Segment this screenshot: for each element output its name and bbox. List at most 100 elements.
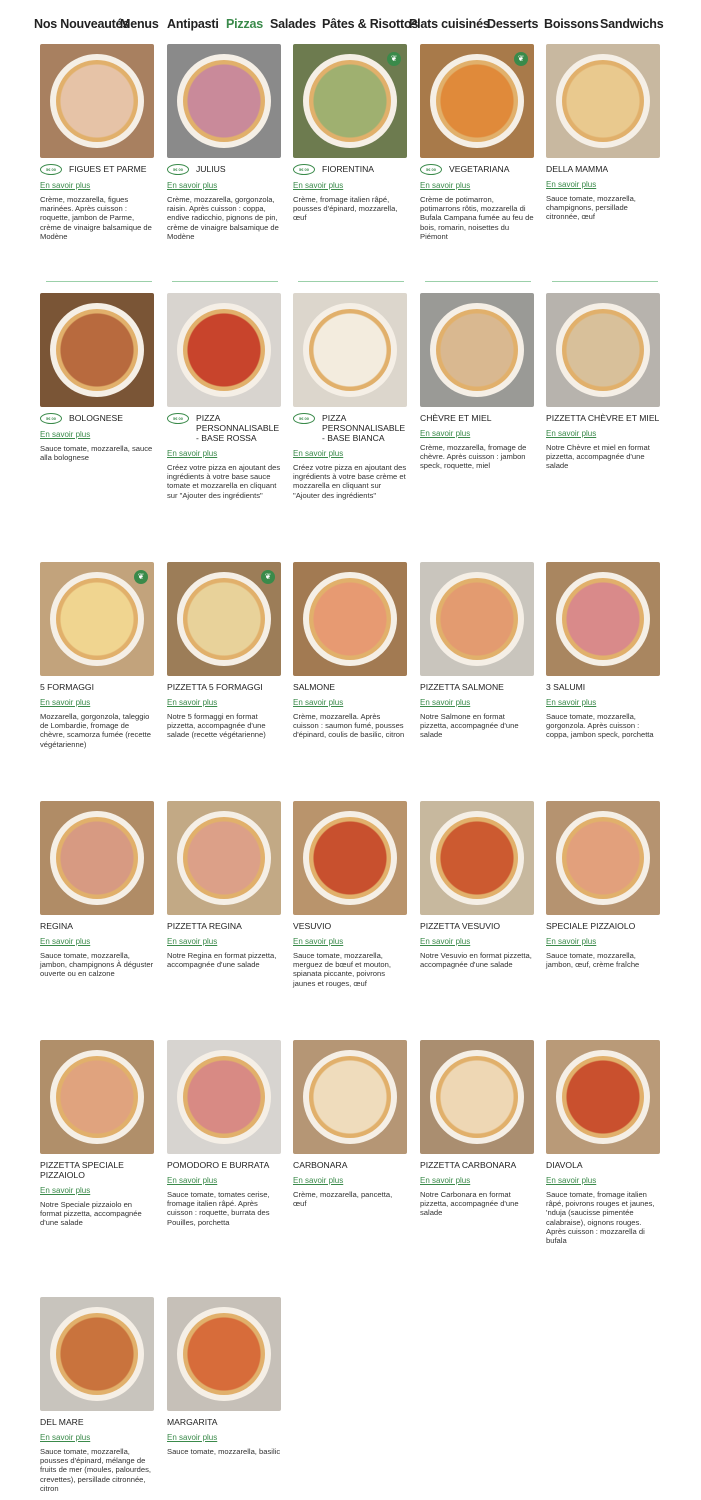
nav-item-nos-nouveaut-s[interactable]: Nos Nouveautés (34, 17, 129, 31)
nav-item-boissons[interactable]: Boissons (544, 17, 599, 31)
product-card[interactable]: POMODORO E BURRATA En savoir plus Sauce to… (167, 1040, 283, 1227)
product-image[interactable] (293, 801, 407, 915)
product-image[interactable] (167, 1297, 281, 1411)
learn-more-link[interactable]: En savoir plus (167, 181, 283, 190)
product-card[interactable]: 5€ 00 BOLOGNESE En savoir plus Sauce tomate… (40, 293, 156, 462)
product-title-row: 5 FORMAGGI (40, 682, 156, 692)
product-image[interactable] (293, 1040, 407, 1154)
nav-item-plats-cuisin-s[interactable]: Plats cuisinés (409, 17, 490, 31)
product-image[interactable] (420, 1040, 534, 1154)
learn-more-link[interactable]: En savoir plus (546, 180, 662, 189)
learn-more-link[interactable]: En savoir plus (40, 937, 156, 946)
product-card[interactable]: SPECIALE PIZZAIOLO En savoir plus Sauce to… (546, 801, 662, 969)
nav-item-menus[interactable]: Menus (120, 17, 159, 31)
product-image[interactable] (167, 801, 281, 915)
product-card[interactable]: ❦ 5€ 00 FIORENTINA En savoir plus Crème, fro… (293, 44, 409, 223)
product-image[interactable]: ❦ (167, 562, 281, 676)
product-image[interactable] (167, 44, 281, 158)
product-card[interactable]: MARGARITA En savoir plus Sauce tomate, moz… (167, 1297, 283, 1456)
learn-more-link[interactable]: En savoir plus (167, 698, 283, 707)
product-card[interactable]: PIZZETTA SALMONE En savoir plus Notre Salm… (420, 562, 536, 740)
learn-more-link[interactable]: En savoir plus (420, 181, 536, 190)
learn-more-link[interactable]: En savoir plus (546, 429, 662, 438)
learn-more-link[interactable]: En savoir plus (546, 1176, 662, 1185)
learn-more-link[interactable]: En savoir plus (420, 429, 536, 438)
learn-more-link[interactable]: En savoir plus (40, 1433, 156, 1442)
product-card[interactable]: PIZZETTA SPECIALE PIZZAIOLO En savoir plu… (40, 1040, 156, 1228)
learn-more-link[interactable]: En savoir plus (167, 449, 283, 458)
learn-more-link[interactable]: En savoir plus (167, 937, 283, 946)
product-card[interactable]: 3 SALUMI En savoir plus Sauce tomate, mozz… (546, 562, 662, 740)
product-title: PIZZA PERSONNALISABLE - BASE ROSSA (196, 413, 280, 443)
nav-item-sandwichs[interactable]: Sandwichs (600, 17, 664, 31)
learn-more-link[interactable]: En savoir plus (546, 937, 662, 946)
product-card[interactable]: ❦ 5€ 00 VEGETARIANA En savoir plus Crème de … (420, 44, 536, 241)
product-title: SALMONE (293, 682, 336, 692)
learn-more-link[interactable]: En savoir plus (546, 698, 662, 707)
product-card[interactable]: CARBONARA En savoir plus Crème, mozzarella… (293, 1040, 409, 1208)
product-image[interactable] (546, 801, 660, 915)
learn-more-link[interactable]: En savoir plus (293, 181, 409, 190)
product-image[interactable] (40, 44, 154, 158)
product-card[interactable]: SALMONE En savoir plus Crème, mozzarella. … (293, 562, 409, 740)
learn-more-link[interactable]: En savoir plus (167, 1433, 283, 1442)
learn-more-link[interactable]: En savoir plus (40, 1186, 156, 1195)
nav-item-salades[interactable]: Salades (270, 17, 316, 31)
product-card[interactable]: ❦ PIZZETTA 5 FORMAGGI En savoir plus Notre … (167, 562, 283, 740)
product-card[interactable]: CHÈVRE ET MIEL En savoir plus Crème, mozza… (420, 293, 536, 471)
product-image[interactable]: ❦ (40, 562, 154, 676)
learn-more-link[interactable]: En savoir plus (293, 449, 409, 458)
nav-item-pizzas[interactable]: Pizzas (226, 17, 263, 31)
product-image[interactable] (546, 562, 660, 676)
learn-more-link[interactable]: En savoir plus (40, 181, 156, 190)
product-card[interactable]: DEL MARE En savoir plus Sauce tomate, mozz… (40, 1297, 156, 1493)
product-image[interactable]: ❦ (420, 44, 534, 158)
product-title-row: POMODORO E BURRATA (167, 1160, 283, 1170)
product-card[interactable]: PIZZETTA VESUVIO En savoir plus Notre Vesu… (420, 801, 536, 969)
product-image[interactable] (420, 801, 534, 915)
product-image[interactable] (546, 293, 660, 407)
learn-more-link[interactable]: En savoir plus (293, 1176, 409, 1185)
product-image[interactable] (293, 562, 407, 676)
product-title-row: CARBONARA (293, 1160, 409, 1170)
learn-more-link[interactable]: En savoir plus (40, 430, 156, 439)
product-card[interactable]: 5€ 00 FIGUES ET PARME En savoir plus Crème,… (40, 44, 156, 241)
product-image[interactable] (40, 801, 154, 915)
product-image[interactable] (293, 293, 407, 407)
product-image[interactable] (40, 293, 154, 407)
nav-item-p-tes-risottos[interactable]: Pâtes & Risottos (322, 17, 418, 31)
product-image[interactable] (420, 562, 534, 676)
product-card[interactable]: 5€ 00 JULIUS En savoir plus Crème, mozzarel… (167, 44, 283, 241)
product-image[interactable] (546, 44, 660, 158)
product-card[interactable]: VESUVIO En savoir plus Sauce tomate, mozza… (293, 801, 409, 988)
nav-item-desserts[interactable]: Desserts (487, 17, 538, 31)
product-image[interactable] (40, 1297, 154, 1411)
nav-item-antipasti[interactable]: Antipasti (167, 17, 219, 31)
learn-more-link[interactable]: En savoir plus (40, 698, 156, 707)
learn-more-link[interactable]: En savoir plus (293, 937, 409, 946)
learn-more-link[interactable]: En savoir plus (420, 1176, 536, 1185)
pizza-shape (562, 60, 644, 142)
product-image[interactable] (420, 293, 534, 407)
product-card[interactable]: REGINA En savoir plus Sauce tomate, mozzar… (40, 801, 156, 979)
product-description: Crème, mozzarella, gorgonzola, raisin. A… (167, 195, 279, 241)
row-divider (552, 281, 658, 282)
product-card[interactable]: DIAVOLA En savoir plus Sauce tomate, froma… (546, 1040, 662, 1245)
product-card[interactable]: 5€ 00 PIZZA PERSONNALISABLE - BASE BIANCA… (293, 293, 409, 500)
learn-more-link[interactable]: En savoir plus (420, 937, 536, 946)
pizza-shape (309, 817, 391, 899)
learn-more-link[interactable]: En savoir plus (293, 698, 409, 707)
product-card[interactable]: PIZZETTA CARBONARA En savoir plus Notre Ca… (420, 1040, 536, 1218)
product-card[interactable]: PIZZETTA CHÈVRE ET MIEL En savoir plus Not… (546, 293, 662, 471)
learn-more-link[interactable]: En savoir plus (420, 698, 536, 707)
product-image[interactable]: ❦ (293, 44, 407, 158)
product-image[interactable] (40, 1040, 154, 1154)
product-image[interactable] (167, 1040, 281, 1154)
product-image[interactable] (546, 1040, 660, 1154)
product-card[interactable]: 5€ 00 PIZZA PERSONNALISABLE - BASE ROSSA E… (167, 293, 283, 500)
product-card[interactable]: PIZZETTA REGINA En savoir plus Notre Regin… (167, 801, 283, 969)
product-image[interactable] (167, 293, 281, 407)
product-card[interactable]: DELLA MAMMA En savoir plus Sauce tomate, m… (546, 44, 662, 222)
product-card[interactable]: ❦ 5 FORMAGGI En savoir plus Mozzarella, gor… (40, 562, 156, 749)
learn-more-link[interactable]: En savoir plus (167, 1176, 283, 1185)
